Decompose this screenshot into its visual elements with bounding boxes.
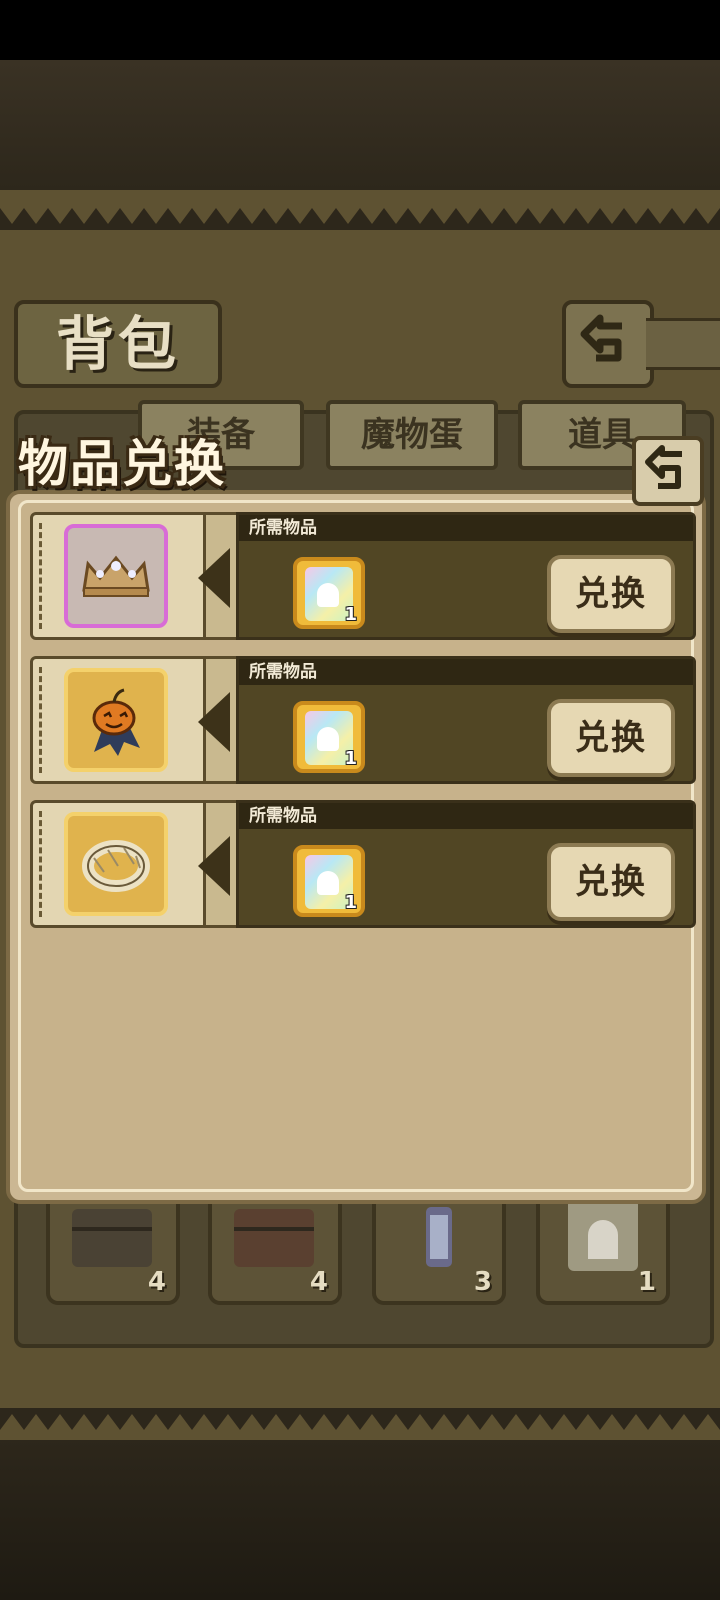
required-item-slot[interactable]: 1: [293, 557, 365, 629]
exchange-row: 所需物品 1 兑换: [30, 800, 696, 928]
dialog-title: 物品兑换: [18, 434, 226, 493]
crown-icon: [82, 555, 150, 597]
background-top: [0, 60, 720, 190]
arrow-left-icon: [198, 692, 230, 752]
bag-back-button[interactable]: [562, 300, 654, 388]
slot-count: 4: [147, 1267, 166, 1297]
arrow-left-icon: [198, 836, 230, 896]
exchange-button[interactable]: 兑换: [547, 555, 675, 633]
tab-monster-eggs[interactable]: 魔物蛋: [326, 400, 498, 470]
required-quantity: 1: [344, 748, 357, 769]
requirement-cell: 所需物品 1 兑换: [236, 512, 696, 640]
requirement-header: 所需物品: [239, 515, 693, 541]
slot-count: 3: [473, 1267, 492, 1297]
arrow-left-icon: [198, 548, 230, 608]
background-bottom: [0, 1440, 720, 1600]
requirement-header: 所需物品: [239, 659, 693, 685]
exchange-button[interactable]: 兑换: [547, 699, 675, 777]
exchange-row: 所需物品 1 兑换: [30, 512, 696, 640]
status-bar: [0, 0, 720, 60]
back-arrow-icon: [645, 445, 682, 489]
requirement-label: 所需物品: [249, 518, 317, 538]
bag-header-bar: [646, 318, 720, 370]
dialog-close-button[interactable]: [632, 436, 704, 506]
slot-count: 4: [309, 1267, 328, 1297]
bag-title: 背包: [14, 300, 222, 388]
reward-item-slot[interactable]: [64, 524, 168, 628]
zigzag-border-bottom: [0, 1408, 720, 1430]
requirement-label: 所需物品: [249, 662, 317, 682]
back-arrow-icon: [580, 314, 622, 362]
slot-count: 1: [637, 1267, 656, 1297]
exchange-button[interactable]: 兑换: [547, 843, 675, 921]
bandage-ring-icon: [82, 840, 150, 892]
pumpkin-cape-icon: [92, 688, 140, 756]
reward-item-slot[interactable]: [64, 668, 168, 772]
zigzag-border-top: [0, 208, 720, 230]
required-item-slot[interactable]: 1: [293, 701, 365, 773]
requirement-cell: 所需物品 1 兑换: [236, 656, 696, 784]
exchange-row: 所需物品 1 兑换: [30, 656, 696, 784]
requirement-label: 所需物品: [249, 806, 317, 826]
reward-item-slot[interactable]: [64, 812, 168, 916]
required-quantity: 1: [344, 892, 357, 913]
requirement-cell: 所需物品 1 兑换: [236, 800, 696, 928]
requirement-header: 所需物品: [239, 803, 693, 829]
required-quantity: 1: [344, 604, 357, 625]
required-item-slot[interactable]: 1: [293, 845, 365, 917]
